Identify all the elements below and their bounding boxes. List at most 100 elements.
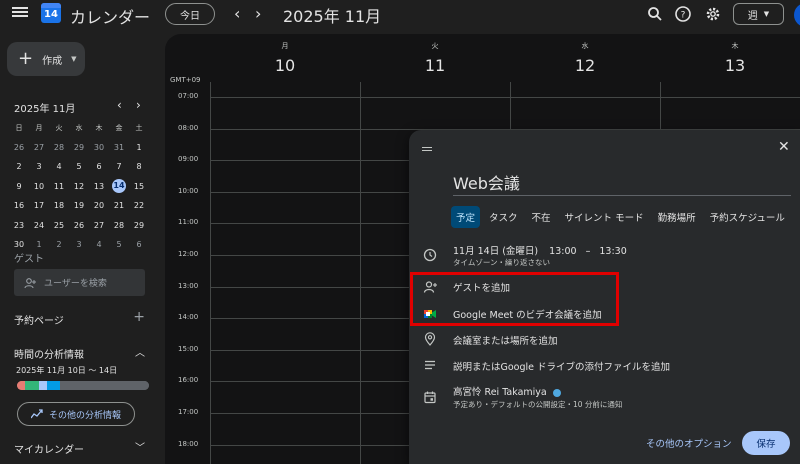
mini-day[interactable]: 19 [69,201,89,210]
mini-day[interactable]: 21 [109,201,129,210]
day-header[interactable]: 水 12 [555,34,615,75]
event-type-tab[interactable]: サイレント モード [560,206,649,228]
event-title-input[interactable] [453,168,791,196]
mini-prev-month-icon[interactable]: ‹ [117,98,122,112]
chevron-up-icon[interactable]: ︿ [135,344,145,359]
event-type-tab[interactable]: 予定 [451,206,481,228]
mini-day[interactable]: 20 [89,201,109,210]
mini-day[interactable]: 25 [49,221,69,230]
drag-handle-icon[interactable] [422,145,432,153]
event-type-tab[interactable]: 予約スケジュール [705,206,790,228]
day-number[interactable]: 11 [405,56,465,75]
main-menu-icon[interactable] [12,5,28,21]
my-calendars-section[interactable]: マイカレンダー ﹀ [14,441,145,456]
mini-day[interactable]: 7 [109,162,129,171]
mini-day[interactable]: 29 [129,221,149,230]
mini-day[interactable]: 3 [29,162,49,171]
mini-day-today[interactable]: 14 [112,179,126,194]
time-insights-segment [17,381,25,390]
time-insights-label: 時間の分析情報 [14,350,84,361]
day-header[interactable]: 木 13 [705,34,765,75]
mini-day[interactable]: 2 [9,162,29,171]
hour-label: 08:00 [178,123,199,132]
help-icon[interactable]: ? [674,5,692,23]
time-separator: – [585,246,591,257]
mini-day[interactable]: 30 [89,143,109,152]
mini-calendar-title: 2025年 11月 [14,104,76,115]
mini-day[interactable]: 22 [129,201,149,210]
mini-day[interactable]: 27 [29,143,49,152]
hour-label: 16:00 [178,376,199,385]
event-date[interactable]: 11月 14日 (金曜日) [453,246,538,257]
mini-day[interactable]: 11 [49,182,69,191]
mini-day[interactable]: 12 [69,182,89,191]
mini-next-month-icon[interactable]: › [136,98,141,112]
mini-day[interactable]: 24 [29,221,49,230]
day-header[interactable]: 火 11 [405,34,465,75]
view-selector-label: 週 [747,10,758,22]
mini-day[interactable]: 6 [129,240,149,249]
view-selector-button[interactable]: 週 ▼ [733,3,784,25]
create-button[interactable]: + 作成 ▼ [7,42,85,76]
next-week-icon[interactable]: › [255,4,261,23]
description-lines-icon [423,358,437,372]
mini-weekday: 水 [75,123,83,132]
mini-day[interactable]: 4 [89,240,109,249]
day-header[interactable]: 月 10 [255,34,315,75]
mini-day[interactable]: 2 [49,240,69,249]
clock-icon [423,248,437,262]
save-button[interactable]: 保存 [742,431,790,455]
mini-day[interactable]: 13 [89,182,109,191]
mini-day[interactable]: 17 [29,201,49,210]
event-end-time[interactable]: 13:30 [599,246,626,257]
mini-day[interactable]: 4 [49,162,69,171]
add-booking-page-icon[interactable]: + [133,309,145,325]
mini-day[interactable]: 6 [89,162,109,171]
time-insights-section[interactable]: 時間の分析情報 ︿ [14,346,145,361]
mini-day[interactable]: 5 [109,240,129,249]
timezone-repeat-note[interactable]: タイムゾーン・繰り返さない [453,257,550,268]
mini-day[interactable]: 26 [9,143,29,152]
account-avatar[interactable] [794,3,800,27]
mini-day[interactable]: 10 [29,182,49,191]
time-insights-segment [25,381,39,390]
close-icon[interactable]: ✕ [778,139,790,155]
day-number[interactable]: 13 [705,56,765,75]
booking-pages-section[interactable]: 予約ページ + [14,309,145,327]
mini-day[interactable]: 5 [69,162,89,171]
mini-day[interactable]: 27 [89,221,109,230]
guest-search-input[interactable]: ユーザーを検索 [14,269,145,296]
prev-week-icon[interactable]: ‹ [234,4,240,23]
chevron-down-icon[interactable]: ﹀ [135,439,145,454]
hour-label: 18:00 [178,439,199,448]
event-start-time[interactable]: 13:00 [549,246,576,257]
mini-day[interactable]: 29 [69,143,89,152]
mini-day[interactable]: 16 [9,201,29,210]
event-type-tab[interactable]: 勤務場所 [653,206,701,228]
day-number[interactable]: 12 [555,56,615,75]
mini-day[interactable]: 8 [129,162,149,171]
event-type-tab[interactable]: 不在 [527,206,556,228]
mini-day[interactable]: 1 [129,143,149,152]
more-insights-button[interactable]: その他の分析情報 [17,402,135,426]
mini-day[interactable]: 9 [9,182,29,191]
mini-day[interactable]: 31 [109,143,129,152]
day-number[interactable]: 10 [255,56,315,75]
more-options-button[interactable]: その他のオプション [646,436,732,450]
mini-weekday: 金 [115,123,123,132]
search-icon[interactable] [646,5,664,23]
location-pin-icon [423,332,437,346]
event-type-tabs: 予定 タスク 不在 サイレント モード 勤務場所 予約スケジュール [451,206,790,228]
mini-day[interactable]: 28 [49,143,69,152]
mini-day[interactable]: 30 [9,240,29,249]
event-type-tab[interactable]: タスク [484,206,523,228]
mini-day[interactable]: 1 [29,240,49,249]
today-button[interactable]: 今日 [165,3,215,25]
mini-day[interactable]: 18 [49,201,69,210]
mini-day[interactable]: 15 [129,182,149,191]
mini-day[interactable]: 23 [9,221,29,230]
mini-day[interactable]: 28 [109,221,129,230]
settings-gear-icon[interactable] [704,5,722,23]
mini-day[interactable]: 3 [69,240,89,249]
mini-day[interactable]: 26 [69,221,89,230]
